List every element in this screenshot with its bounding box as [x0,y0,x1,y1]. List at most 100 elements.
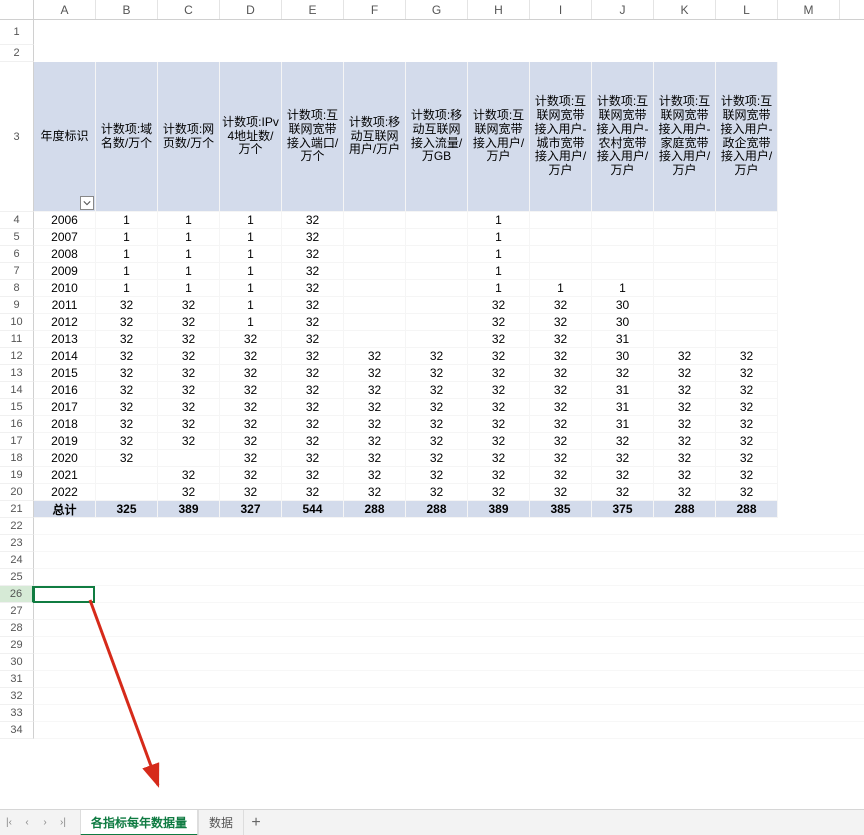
data-cell[interactable]: 32 [344,365,406,382]
data-cell[interactable]: 32 [406,365,468,382]
data-cell[interactable]: 1 [96,229,158,246]
data-cell[interactable]: 32 [654,416,716,433]
data-cell[interactable]: 32 [406,450,468,467]
row-header[interactable]: 7 [0,263,34,280]
data-cell[interactable]: 32 [406,484,468,501]
data-cell[interactable]: 32 [282,314,344,331]
data-cell[interactable]: 32 [158,297,220,314]
data-cell[interactable] [344,246,406,263]
data-cell[interactable] [96,484,158,501]
data-cell[interactable]: 1 [158,246,220,263]
data-cell[interactable] [716,280,778,297]
data-cell[interactable]: 32 [654,348,716,365]
data-cell[interactable]: 32 [716,416,778,433]
data-cell[interactable]: 2007 [34,229,96,246]
data-cell[interactable]: 32 [716,382,778,399]
data-cell[interactable]: 32 [592,484,654,501]
header-broadband-users[interactable]: 计数项:互联网宽带接入用户/万户 [468,62,530,212]
tab-nav-next[interactable]: › [36,810,54,835]
data-cell[interactable]: 32 [96,365,158,382]
data-cell[interactable]: 32 [716,365,778,382]
total-cell[interactable]: 389 [468,501,530,518]
data-cell[interactable]: 32 [344,399,406,416]
data-cell[interactable] [344,314,406,331]
row-header[interactable]: 24 [0,552,34,569]
data-cell[interactable]: 32 [716,467,778,484]
data-cell[interactable]: 32 [530,348,592,365]
data-cell[interactable]: 32 [530,382,592,399]
data-cell[interactable]: 32 [716,484,778,501]
filter-dropdown-button[interactable] [80,196,94,210]
data-cell[interactable]: 32 [654,467,716,484]
data-cell[interactable]: 31 [592,382,654,399]
data-cell[interactable]: 32 [468,297,530,314]
data-cell[interactable]: 2013 [34,331,96,348]
data-cell[interactable]: 2011 [34,297,96,314]
tab-nav-last[interactable]: ›| [54,810,72,835]
data-cell[interactable]: 32 [468,416,530,433]
data-cell[interactable] [592,212,654,229]
col-header-K[interactable]: K [654,0,716,19]
data-cell[interactable] [344,212,406,229]
data-cell[interactable]: 32 [282,365,344,382]
data-cell[interactable]: 32 [220,450,282,467]
row-header[interactable]: 33 [0,705,34,722]
col-header-J[interactable]: J [592,0,654,19]
data-cell[interactable]: 1 [530,280,592,297]
data-cell[interactable]: 2021 [34,467,96,484]
data-cell[interactable]: 32 [282,229,344,246]
data-cell[interactable]: 32 [282,433,344,450]
data-cell[interactable]: 32 [220,348,282,365]
data-cell[interactable]: 1 [220,263,282,280]
tab-nav-first[interactable]: |‹ [0,810,18,835]
data-cell[interactable]: 32 [158,484,220,501]
header-year[interactable]: 年度标识 [34,62,96,212]
row-header[interactable]: 3 [0,62,34,212]
data-cell[interactable]: 32 [220,365,282,382]
data-cell[interactable] [716,314,778,331]
data-cell[interactable]: 31 [592,399,654,416]
total-cell[interactable]: 288 [406,501,468,518]
data-cell[interactable]: 2015 [34,365,96,382]
row-header[interactable]: 26 [0,586,34,603]
row-header[interactable]: 21 [0,501,34,518]
data-cell[interactable]: 32 [96,297,158,314]
data-cell[interactable] [654,297,716,314]
data-cell[interactable]: 32 [406,467,468,484]
data-cell[interactable] [344,331,406,348]
data-cell[interactable]: 1 [96,246,158,263]
data-cell[interactable]: 32 [406,416,468,433]
data-cell[interactable]: 32 [468,450,530,467]
data-cell[interactable]: 32 [406,433,468,450]
data-cell[interactable]: 32 [654,399,716,416]
row-header[interactable]: 11 [0,331,34,348]
header-urban-broadband[interactable]: 计数项:互联网宽带接入用户-城市宽带接入用户/万户 [530,62,592,212]
data-cell[interactable]: 32 [406,382,468,399]
row-header[interactable]: 15 [0,399,34,416]
data-cell[interactable] [406,263,468,280]
data-cell[interactable]: 32 [592,450,654,467]
data-cell[interactable]: 2006 [34,212,96,229]
data-cell[interactable]: 32 [282,484,344,501]
total-label[interactable]: 总计 [34,501,96,518]
data-cell[interactable] [406,314,468,331]
data-cell[interactable] [406,229,468,246]
data-cell[interactable]: 2009 [34,263,96,280]
col-header-D[interactable]: D [220,0,282,19]
data-cell[interactable]: 1 [158,212,220,229]
data-cell[interactable]: 1 [592,280,654,297]
data-cell[interactable]: 32 [716,433,778,450]
col-header-B[interactable]: B [96,0,158,19]
data-cell[interactable]: 32 [158,314,220,331]
data-cell[interactable]: 32 [344,382,406,399]
data-cell[interactable]: 32 [158,433,220,450]
row-header[interactable]: 29 [0,637,34,654]
header-mobile-users[interactable]: 计数项:移动互联网用户/万户 [344,62,406,212]
row-header[interactable]: 2 [0,45,34,62]
data-cell[interactable]: 32 [344,450,406,467]
data-cell[interactable]: 1 [220,246,282,263]
row-header[interactable]: 31 [0,671,34,688]
data-cell[interactable]: 32 [158,399,220,416]
data-cell[interactable]: 32 [282,467,344,484]
header-broadband-port[interactable]: 计数项:互联网宽带接入端口/万个 [282,62,344,212]
